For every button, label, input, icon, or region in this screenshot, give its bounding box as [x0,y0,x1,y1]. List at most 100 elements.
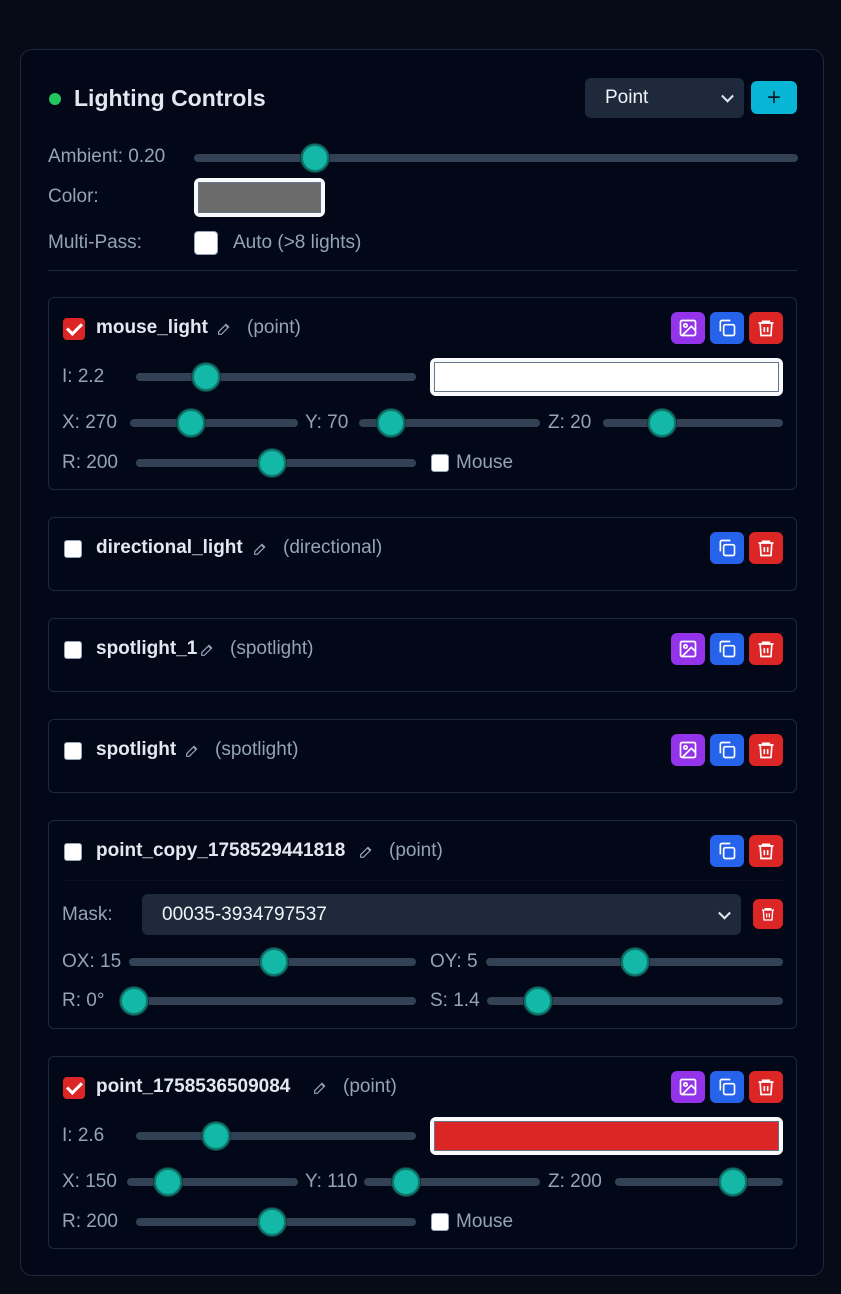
x-slider-thumb[interactable] [154,1168,182,1196]
add-light-button[interactable]: + [751,81,797,114]
y-slider[interactable] [359,409,540,437]
light-type-select[interactable]: Point [585,78,744,118]
intensity-slider[interactable] [136,363,416,391]
duplicate-light-button[interactable] [710,312,744,344]
y-slider[interactable] [364,1168,540,1196]
offset-y-label: OY: 5 [430,951,478,972]
remove-mask-button[interactable] [753,899,783,929]
x-slider-thumb[interactable] [177,409,205,437]
mask-image-button[interactable] [671,1071,705,1103]
delete-light-button[interactable] [749,633,783,665]
intensity-slider[interactable] [136,1122,416,1150]
mask-image-button[interactable] [671,734,705,766]
rotation-slider[interactable] [120,987,416,1015]
delete-light-button[interactable] [749,312,783,344]
radius-slider[interactable] [136,1208,416,1236]
y-slider-thumb[interactable] [392,1168,420,1196]
light-enabled-checkbox[interactable] [63,1077,85,1099]
offset-x-label: OX: 15 [62,951,122,972]
trash-icon [756,1077,776,1097]
image-icon [678,740,698,760]
duplicate-light-button[interactable] [710,532,744,564]
radius-slider[interactable] [136,449,416,477]
radius-label: R: 200 [62,1211,118,1232]
copy-icon [717,639,737,659]
light-type-label: (spotlight) [230,638,314,659]
mouse-follow-label: Mouse [456,452,514,473]
duplicate-light-button[interactable] [710,835,744,867]
z-slider[interactable] [603,409,783,437]
image-icon [678,1077,698,1097]
y-label: Y: 70 [305,412,349,433]
duplicate-light-button[interactable] [710,734,744,766]
y-label: Y: 110 [305,1171,358,1192]
delete-light-button[interactable] [749,532,783,564]
divider [48,270,797,271]
ambient-slider-thumb[interactable] [300,144,329,172]
copy-icon [717,538,737,558]
rotation-slider-thumb[interactable] [120,987,148,1015]
y-slider-thumb[interactable] [377,409,405,437]
light-enabled-checkbox[interactable] [64,742,82,760]
light-color-swatch [434,1121,779,1151]
light-card-directional-light: directional_light (directional) [48,517,797,591]
scale-slider[interactable] [487,987,783,1015]
offset-y-slider-thumb[interactable] [621,948,649,976]
pencil-icon[interactable] [216,321,232,337]
multipass-checkbox[interactable] [194,231,218,255]
light-type-label: (directional) [283,537,383,558]
light-color-picker[interactable] [430,1117,783,1155]
rotation-label: R: 0° [62,990,105,1011]
offset-y-slider[interactable] [486,948,783,976]
ambient-slider[interactable] [194,144,798,172]
radius-slider-thumb[interactable] [258,449,286,477]
mask-image-button[interactable] [671,633,705,665]
duplicate-light-button[interactable] [710,1071,744,1103]
pencil-icon[interactable] [199,642,215,658]
x-slider[interactable] [127,1168,298,1196]
light-enabled-checkbox[interactable] [63,318,85,340]
z-label: Z: 20 [548,412,592,433]
z-slider-thumb[interactable] [719,1168,747,1196]
light-name: mouse_light [96,317,208,338]
intensity-label: I: 2.2 [62,366,105,387]
x-slider[interactable] [130,409,298,437]
mouse-follow-checkbox[interactable] [431,454,449,472]
x-label: X: 270 [62,412,117,433]
pencil-icon[interactable] [358,844,374,860]
light-enabled-checkbox[interactable] [64,843,82,861]
radius-slider-thumb[interactable] [258,1208,286,1236]
light-enabled-checkbox[interactable] [64,540,82,558]
light-type-label: (spotlight) [215,739,299,760]
mask-image-button[interactable] [671,312,705,344]
z-slider[interactable] [615,1168,783,1196]
delete-light-button[interactable] [749,734,783,766]
light-enabled-checkbox[interactable] [64,641,82,659]
mouse-follow-checkbox[interactable] [431,1213,449,1231]
ambient-color-picker[interactable] [194,178,325,217]
z-label: Z: 200 [548,1171,602,1192]
pencil-icon[interactable] [252,541,268,557]
status-dot-icon [49,93,61,105]
delete-light-button[interactable] [749,835,783,867]
light-card-point-copy: point_copy_1758529441818 (point) Mask: 0… [48,820,797,1029]
copy-icon [717,740,737,760]
scale-slider-thumb[interactable] [524,987,552,1015]
multipass-label: Multi-Pass: [48,232,142,253]
light-type-value: Point [605,87,649,108]
pencil-icon[interactable] [184,743,200,759]
offset-x-slider-thumb[interactable] [260,948,288,976]
z-slider-thumb[interactable] [648,409,676,437]
light-color-picker[interactable] [430,358,783,396]
delete-light-button[interactable] [749,1071,783,1103]
panel-title: Lighting Controls [74,85,266,111]
offset-x-slider[interactable] [129,948,416,976]
intensity-slider-thumb[interactable] [202,1122,230,1150]
pencil-icon[interactable] [312,1080,328,1096]
trash-icon [756,318,776,338]
duplicate-light-button[interactable] [710,633,744,665]
intensity-slider-thumb[interactable] [192,363,220,391]
mask-select[interactable]: 00035-3934797537 [142,894,741,935]
trash-icon [760,906,776,922]
trash-icon [756,639,776,659]
